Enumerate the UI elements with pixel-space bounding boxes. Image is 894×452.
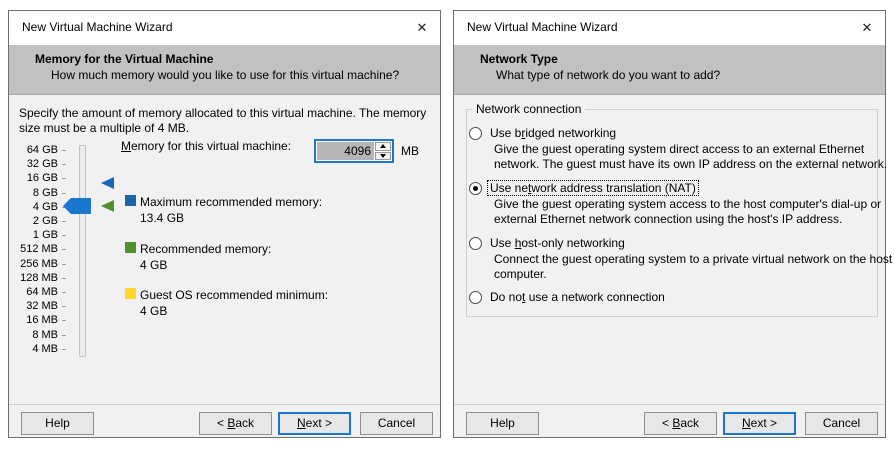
tick-mark [62, 306, 66, 307]
memory-spinner [375, 142, 391, 160]
host-only-networking-description: Connect the guest operating system to a … [494, 252, 894, 281]
wizard-page-subtitle: What type of network do you want to add? [496, 68, 720, 82]
help-button[interactable]: Help [466, 412, 539, 435]
scale-label-64mb: 64 MB [9, 286, 58, 299]
tick-mark [62, 249, 66, 250]
footer-separator [454, 404, 885, 405]
scale-label-256mb: 256 MB [9, 258, 58, 271]
tick-mark [62, 278, 66, 279]
wizard-page-title: Memory for the Virtual Machine [35, 52, 213, 66]
screenshot-canvas: New Virtual Machine Wizard ✕ Memory for … [0, 0, 894, 452]
spin-down-button[interactable] [375, 152, 391, 161]
window-title: New Virtual Machine Wizard [22, 20, 173, 34]
scale-label-32gb: 32 GB [9, 158, 58, 171]
nat-description: Give the guest operating system access t… [494, 197, 894, 226]
scale-label-512mb: 512 MB [9, 243, 58, 256]
memory-value-text[interactable]: 4096 [317, 142, 374, 160]
wizard-header: Network Type What type of network do you… [454, 45, 885, 95]
max-recommended-legend-swatch [125, 195, 136, 206]
guest-os-minimum-legend-swatch [125, 288, 136, 299]
recommended-value: 4 GB [140, 258, 167, 272]
memory-value-input[interactable]: 4096 [314, 139, 394, 163]
scale-label-4mb: 4 MB [9, 343, 58, 356]
radio-no-network-connection[interactable] [469, 291, 482, 304]
memory-slider-handle[interactable] [63, 198, 91, 214]
guest-os-minimum-label: Guest OS recommended minimum: [140, 288, 328, 302]
memory-wizard-dialog: New Virtual Machine Wizard ✕ Memory for … [8, 10, 441, 438]
footer-separator [9, 404, 440, 405]
tick-mark [62, 178, 66, 179]
scale-label-64gb: 64 GB [9, 144, 58, 157]
scale-label-128mb: 128 MB [9, 272, 58, 285]
spin-up-button[interactable] [375, 142, 391, 151]
title-bar: New Virtual Machine Wizard ✕ [454, 11, 885, 45]
next-button[interactable]: Next > [278, 412, 351, 435]
next-button[interactable]: Next > [723, 412, 796, 435]
tick-mark [62, 221, 66, 222]
title-bar: New Virtual Machine Wizard ✕ [9, 11, 440, 45]
recommended-legend-swatch [125, 242, 136, 253]
bridged-networking-label[interactable]: Use bridged networking [488, 126, 618, 140]
recommended-marker-icon [101, 200, 114, 212]
network-connection-group-label: Network connection [472, 102, 585, 116]
tick-mark [62, 349, 66, 350]
scale-label-16mb: 16 MB [9, 314, 58, 327]
memory-input-label: Memory for this virtual machine: [121, 139, 291, 153]
scale-label-1gb: 1 GB [9, 229, 58, 242]
help-button[interactable]: Help [21, 412, 94, 435]
memory-intro-text: Specify the amount of memory allocated t… [19, 106, 443, 136]
wizard-header: Memory for the Virtual Machine How much … [9, 45, 440, 95]
tick-mark [62, 150, 66, 151]
tick-mark [62, 320, 66, 321]
scale-label-8mb: 8 MB [9, 329, 58, 342]
radio-bridged-networking[interactable] [469, 127, 482, 140]
back-button[interactable]: < Back [199, 412, 272, 435]
max-recommended-value: 13.4 GB [140, 211, 184, 225]
network-wizard-dialog: New Virtual Machine Wizard ✕ Network Typ… [453, 10, 886, 438]
memory-slider-track[interactable] [79, 145, 86, 357]
close-icon[interactable]: ✕ [857, 18, 877, 38]
tick-mark [62, 335, 66, 336]
tick-mark [62, 193, 66, 194]
guest-os-minimum-value: 4 GB [140, 304, 167, 318]
back-button[interactable]: < Back [644, 412, 717, 435]
tick-mark [62, 264, 66, 265]
nat-label[interactable]: Use network address translation (NAT) [488, 181, 698, 195]
tick-mark [62, 292, 66, 293]
tick-mark [62, 164, 66, 165]
no-network-connection-label[interactable]: Do not use a network connection [488, 290, 667, 304]
host-only-networking-label[interactable]: Use host-only networking [488, 236, 627, 250]
cancel-button[interactable]: Cancel [360, 412, 433, 435]
memory-unit-label: MB [401, 144, 419, 158]
bridged-networking-description: Give the guest operating system direct a… [494, 142, 894, 171]
cancel-button[interactable]: Cancel [805, 412, 878, 435]
wizard-page-title: Network Type [480, 52, 558, 66]
tick-mark [62, 235, 66, 236]
scale-label-4gb: 4 GB [9, 201, 58, 214]
wizard-page-subtitle: How much memory would you like to use fo… [51, 68, 399, 82]
radio-host-only-networking[interactable] [469, 237, 482, 250]
scale-label-16gb: 16 GB [9, 172, 58, 185]
radio-nat[interactable] [469, 182, 482, 195]
max-recommended-label: Maximum recommended memory: [140, 195, 322, 209]
scale-label-8gb: 8 GB [9, 187, 58, 200]
close-icon[interactable]: ✕ [412, 18, 432, 38]
window-title: New Virtual Machine Wizard [467, 20, 618, 34]
scale-label-2gb: 2 GB [9, 215, 58, 228]
max-recommended-marker-icon [101, 177, 114, 189]
scale-label-32mb: 32 MB [9, 300, 58, 313]
recommended-label: Recommended memory: [140, 242, 271, 256]
